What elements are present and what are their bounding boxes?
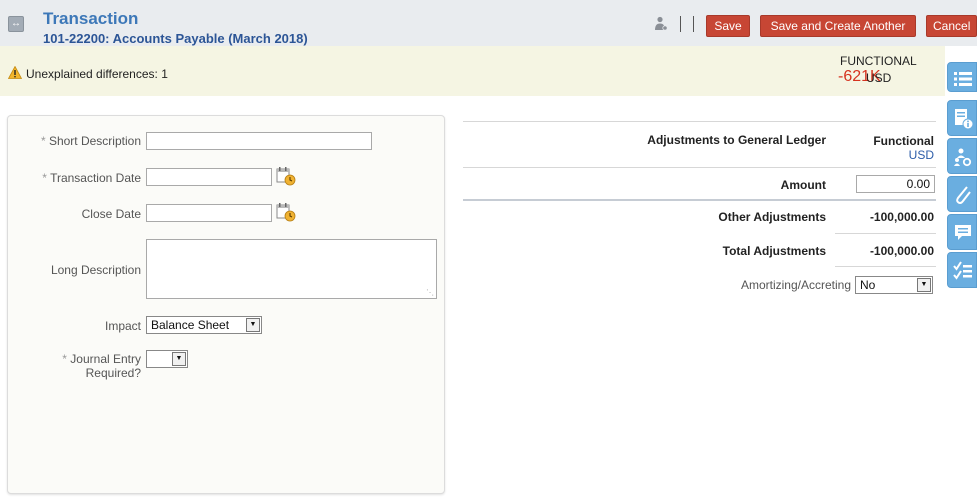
impact-select[interactable]: Balance Sheet ▼ bbox=[146, 316, 262, 334]
divider bbox=[463, 167, 936, 168]
checklist-icon bbox=[953, 261, 972, 280]
expand-icon[interactable]: ↔ bbox=[8, 16, 24, 32]
functional-column-header: Functional bbox=[873, 134, 934, 148]
warning-banner: Unexplained differences: 1 FUNCTIONAL -6… bbox=[0, 46, 945, 96]
warning-text: Unexplained differences: 1 bbox=[26, 67, 168, 81]
functional-column-currency: USD bbox=[908, 148, 934, 162]
impact-value: Balance Sheet bbox=[151, 318, 230, 332]
short-description-input[interactable] bbox=[146, 132, 372, 150]
close-date-input[interactable] bbox=[146, 204, 272, 222]
impact-label: Impact bbox=[104, 319, 141, 333]
divider bbox=[835, 266, 936, 267]
chevron-down-icon: ▼ bbox=[246, 318, 260, 332]
user-icon[interactable] bbox=[654, 16, 668, 32]
amortizing-label: Amortizing/Accreting bbox=[740, 278, 851, 292]
amount-label: Amount bbox=[780, 178, 826, 192]
header-divider bbox=[693, 16, 694, 32]
chevron-down-icon: ▼ bbox=[917, 278, 931, 292]
long-description-label: Long Description bbox=[50, 263, 141, 277]
page-subtitle: 101-22200: Accounts Payable (March 2018) bbox=[43, 31, 308, 46]
divider bbox=[463, 121, 936, 122]
side-tab-info[interactable] bbox=[947, 100, 977, 136]
amortizing-select[interactable]: No ▼ bbox=[855, 276, 933, 294]
users-gear-icon bbox=[954, 148, 972, 167]
amount-input[interactable]: 0.00 bbox=[856, 175, 935, 193]
journal-entry-select[interactable]: ▼ bbox=[146, 350, 188, 368]
list-icon bbox=[954, 72, 972, 86]
divider bbox=[463, 199, 936, 201]
page-title: Transaction bbox=[43, 9, 139, 28]
paperclip-icon bbox=[956, 186, 971, 204]
transaction-date-input[interactable] bbox=[146, 168, 272, 186]
close-date-label: Close Date bbox=[81, 207, 141, 221]
side-tab-checklist[interactable] bbox=[947, 252, 977, 288]
long-description-textarea[interactable]: ⋱ bbox=[146, 239, 437, 299]
info-icon bbox=[955, 109, 973, 130]
total-adjustments-label: Total Adjustments bbox=[722, 244, 826, 258]
header-divider bbox=[680, 16, 681, 32]
calendar-icon[interactable] bbox=[276, 202, 296, 222]
cancel-button[interactable]: Cancel bbox=[926, 15, 977, 37]
calendar-icon[interactable] bbox=[276, 166, 296, 186]
save-button[interactable]: Save bbox=[706, 15, 750, 37]
side-tab-comments[interactable] bbox=[947, 214, 977, 250]
side-tab-attachments[interactable] bbox=[947, 176, 977, 212]
transaction-form-panel: * Short Description * Transaction Date C… bbox=[7, 115, 445, 494]
warning-icon bbox=[8, 66, 22, 79]
divider bbox=[835, 233, 936, 234]
comment-icon bbox=[955, 225, 971, 240]
journal-entry-label: * Journal Entry Required? bbox=[62, 352, 141, 380]
resize-handle-icon[interactable]: ⋱ bbox=[426, 288, 434, 297]
adjustments-heading: Adjustments to General Ledger bbox=[647, 133, 826, 147]
page-header: ↔ Transaction 101-22200: Accounts Payabl… bbox=[0, 0, 977, 46]
chevron-down-icon: ▼ bbox=[172, 352, 186, 366]
short-description-label: * Short Description bbox=[40, 134, 141, 148]
other-adjustments-label: Other Adjustments bbox=[718, 210, 826, 224]
side-tab-users[interactable] bbox=[947, 138, 977, 174]
side-tab-list[interactable] bbox=[947, 62, 977, 92]
functional-label: FUNCTIONAL bbox=[840, 54, 917, 68]
save-and-create-another-button[interactable]: Save and Create Another bbox=[760, 15, 916, 37]
amortizing-value: No bbox=[860, 278, 876, 292]
total-adjustments-value: -100,000.00 bbox=[869, 244, 934, 258]
transaction-date-label: * Transaction Date bbox=[42, 171, 141, 185]
other-adjustments-value: -100,000.00 bbox=[869, 210, 934, 224]
functional-currency: USD bbox=[866, 71, 892, 85]
